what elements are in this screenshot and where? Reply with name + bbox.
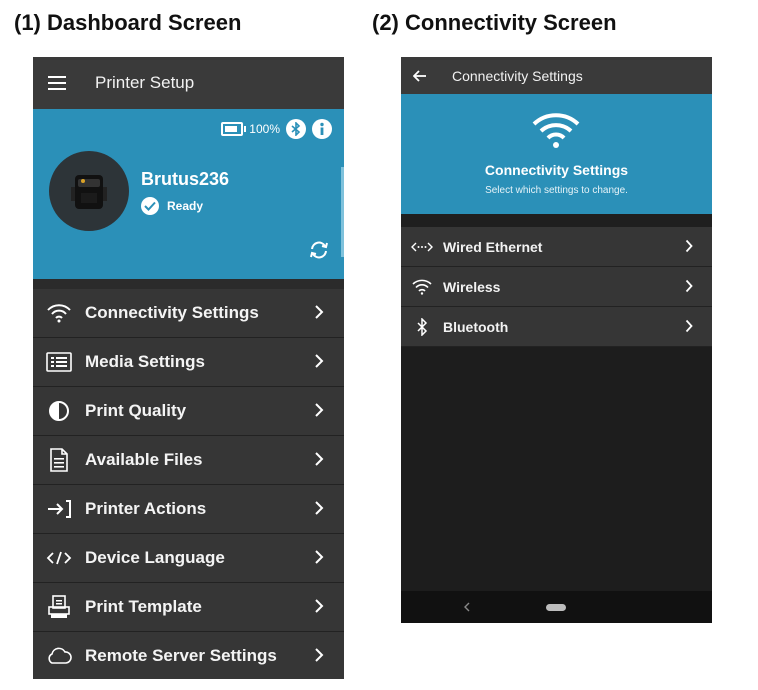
chevron-right-icon xyxy=(314,598,324,619)
printer-ready-status: Ready xyxy=(141,197,203,215)
back-arrow-icon[interactable] xyxy=(401,69,439,82)
menu-item-label: Media Settings xyxy=(85,352,205,371)
chevron-right-icon xyxy=(314,402,324,423)
status-text: Ready xyxy=(167,199,204,213)
chevron-right-icon xyxy=(314,353,324,374)
caption-connectivity: (2) Connectivity Screen xyxy=(372,10,617,35)
list-icon xyxy=(33,352,85,372)
battery-icon xyxy=(221,122,247,136)
chevron-right-icon xyxy=(685,319,693,338)
menu-item-remote-server-settings[interactable]: Remote Server Settings xyxy=(33,632,344,679)
ethernet-icon xyxy=(401,241,443,253)
menu-item-label: Available Files xyxy=(85,450,203,469)
option-bluetooth[interactable]: Bluetooth xyxy=(401,307,712,347)
connectivity-header-panel: Connectivity Settings Select which setti… xyxy=(401,94,712,214)
printer-name: Brutus236 xyxy=(141,169,230,189)
top-app-bar: Connectivity Settings xyxy=(401,57,712,94)
info-icon[interactable] xyxy=(312,119,332,139)
cloud-icon xyxy=(33,647,85,665)
hamburger-menu-icon[interactable] xyxy=(33,76,81,90)
menu-item-label: Printer Actions xyxy=(85,499,207,518)
printer-avatar xyxy=(49,151,129,231)
menu-item-label: Remote Server Settings xyxy=(85,646,277,665)
scroll-indicator xyxy=(341,167,344,257)
menu-item-available-files[interactable]: Available Files xyxy=(33,436,344,485)
refresh-icon[interactable] xyxy=(308,240,330,265)
menu-item-label: Connectivity Settings xyxy=(85,303,259,322)
settings-menu: Connectivity Settings Media Settings Pri… xyxy=(33,289,344,679)
printer-status-panel: 100% Brutus236 Ready xyxy=(33,109,344,279)
menu-item-printer-actions[interactable]: Printer Actions xyxy=(33,485,344,534)
enter-icon xyxy=(33,499,85,519)
menu-item-device-language[interactable]: Device Language xyxy=(33,534,344,583)
battery-level: 100% xyxy=(249,122,280,136)
menu-item-media-settings[interactable]: Media Settings xyxy=(33,338,344,387)
caption-dashboard: (1) Dashboard Screen xyxy=(14,10,242,35)
header-title: Connectivity Settings xyxy=(484,162,629,178)
bluetooth-icon[interactable] xyxy=(286,119,306,139)
connectivity-options-list: Wired Ethernet Wireless Bluetooth xyxy=(401,227,712,347)
printer-image-icon xyxy=(71,175,107,209)
empty-content-area xyxy=(401,347,712,591)
option-label: Wireless xyxy=(443,278,501,295)
bluetooth-icon xyxy=(401,317,443,336)
file-icon xyxy=(33,448,85,472)
connectivity-screen: Connectivity Settings Connectivity Setti… xyxy=(401,57,712,623)
header-subtitle: Select which settings to change. xyxy=(485,185,628,196)
divider xyxy=(401,214,712,227)
check-icon xyxy=(141,197,159,215)
menu-item-label: Print Quality xyxy=(85,401,187,420)
option-label: Bluetooth xyxy=(443,318,509,335)
status-indicators: 100% xyxy=(221,119,332,139)
dashboard-screen: Printer Setup 100% Brutus236 Ready Conne… xyxy=(33,57,344,679)
screen-title: Connectivity Settings xyxy=(452,67,583,84)
wifi-icon xyxy=(33,303,85,323)
menu-item-connectivity-settings[interactable]: Connectivity Settings xyxy=(33,289,344,338)
nav-back-icon[interactable] xyxy=(463,600,471,618)
app-title: Printer Setup xyxy=(95,73,195,92)
option-wireless[interactable]: Wireless xyxy=(401,267,712,307)
chevron-right-icon xyxy=(314,500,324,521)
menu-item-label: Print Template xyxy=(85,597,202,616)
option-label: Wired Ethernet xyxy=(443,238,543,255)
chevron-right-icon xyxy=(685,279,693,298)
chevron-right-icon xyxy=(314,647,324,668)
wifi-icon xyxy=(401,279,443,295)
menu-item-print-quality[interactable]: Print Quality xyxy=(33,387,344,436)
code-icon xyxy=(33,550,85,566)
nav-home-pill[interactable] xyxy=(546,604,566,611)
option-wired-ethernet[interactable]: Wired Ethernet xyxy=(401,227,712,267)
chevron-right-icon xyxy=(314,549,324,570)
system-navigation-bar xyxy=(401,591,712,623)
template-printer-icon xyxy=(33,595,85,619)
chevron-right-icon xyxy=(314,304,324,325)
menu-item-print-template[interactable]: Print Template xyxy=(33,583,344,632)
chevron-right-icon xyxy=(314,451,324,472)
top-app-bar: Printer Setup xyxy=(33,57,344,109)
chevron-right-icon xyxy=(685,239,693,258)
menu-item-label: Device Language xyxy=(85,548,225,567)
contrast-icon xyxy=(33,400,85,422)
wifi-icon xyxy=(531,110,581,155)
